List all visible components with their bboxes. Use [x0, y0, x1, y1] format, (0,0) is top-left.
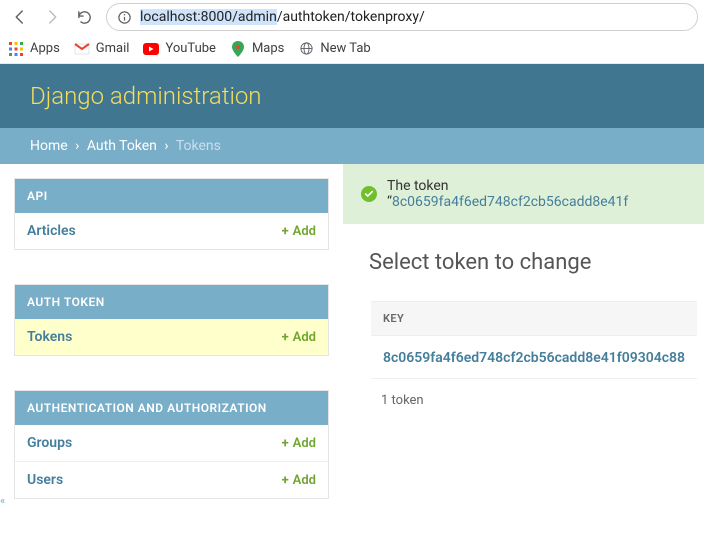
bookmark-label: Maps: [252, 41, 284, 56]
gmail-icon: [74, 41, 90, 57]
youtube-icon: [143, 41, 159, 57]
add-link-tokens[interactable]: +Add: [282, 330, 316, 345]
django-admin: Django administration Home › Auth Token …: [0, 64, 704, 533]
model-row-groups: Groups +Add: [15, 425, 328, 461]
site-header: Django administration: [0, 64, 704, 128]
app-caption[interactable]: AUTHENTICATION AND AUTHORIZATION: [15, 391, 328, 425]
model-row-tokens: Tokens +Add: [15, 319, 328, 355]
back-button[interactable]: [6, 3, 34, 31]
breadcrumb-sep: ›: [164, 138, 168, 154]
url-text: localhost:8000/admin/authtoken/tokenprox…: [140, 9, 425, 25]
model-link-articles[interactable]: Articles: [27, 223, 76, 239]
model-row-articles: Articles +Add: [15, 213, 328, 249]
message-text: The token “8c0659fa4f6ed748cf2cb56cadd8e…: [387, 178, 686, 210]
paginator: 1 token: [369, 381, 678, 420]
table-row: 8c0659fa4f6ed748cf2cb56cadd8e41f09304c88: [371, 338, 697, 379]
app-module-authtoken: AUTH TOKEN Tokens +Add: [14, 284, 329, 356]
bookmarks-bar: Apps Gmail YouTube Maps New Tab: [0, 34, 704, 64]
bookmark-youtube[interactable]: YouTube: [143, 41, 216, 57]
maps-icon: [230, 41, 246, 57]
plus-icon: +: [282, 330, 289, 345]
add-link-users[interactable]: +Add: [282, 473, 316, 488]
check-icon: [361, 186, 377, 202]
plus-icon: +: [282, 473, 289, 488]
breadcrumb-sep: ›: [75, 138, 79, 154]
apps-icon: [8, 41, 24, 57]
results-table: KEY 8c0659fa4f6ed748cf2cb56cadd8e41f0930…: [369, 299, 699, 381]
model-link-tokens[interactable]: Tokens: [27, 329, 72, 345]
site-info-icon[interactable]: [117, 10, 132, 25]
nav-sidebar: API Articles +Add AUTH TOKEN Tokens +Add…: [0, 164, 343, 533]
site-title: Django administration: [30, 82, 262, 110]
bookmark-maps[interactable]: Maps: [230, 41, 284, 57]
browser-toolbar: localhost:8000/admin/authtoken/tokenprox…: [0, 0, 704, 34]
plus-icon: +: [282, 436, 289, 451]
app-module-auth: AUTHENTICATION AND AUTHORIZATION Groups …: [14, 390, 329, 499]
address-bar[interactable]: localhost:8000/admin/authtoken/tokenprox…: [106, 3, 698, 31]
bookmark-label: YouTube: [165, 41, 216, 56]
col-header-key[interactable]: KEY: [371, 301, 697, 336]
app-caption[interactable]: AUTH TOKEN: [15, 285, 328, 319]
bookmark-label: New Tab: [320, 41, 370, 56]
bookmark-gmail[interactable]: Gmail: [74, 41, 130, 57]
main-content: The token “8c0659fa4f6ed748cf2cb56cadd8e…: [343, 164, 704, 533]
success-message: The token “8c0659fa4f6ed748cf2cb56cadd8e…: [343, 164, 704, 224]
app-caption[interactable]: API: [15, 179, 328, 213]
model-row-users: Users +Add: [15, 461, 328, 498]
model-link-users[interactable]: Users: [27, 472, 63, 488]
reload-button[interactable]: [70, 3, 98, 31]
bookmark-label: Gmail: [96, 41, 130, 56]
add-link-groups[interactable]: +Add: [282, 436, 316, 451]
bookmark-newtab[interactable]: New Tab: [298, 41, 370, 57]
page-title: Select token to change: [369, 250, 678, 275]
forward-button[interactable]: [38, 3, 66, 31]
breadcrumb: Home › Auth Token › Tokens: [0, 128, 704, 164]
apps-button[interactable]: Apps: [8, 41, 60, 57]
plus-icon: +: [282, 224, 289, 239]
app-module-api: API Articles +Add: [14, 178, 329, 250]
add-link-articles[interactable]: +Add: [282, 224, 316, 239]
breadcrumb-app[interactable]: Auth Token: [87, 138, 157, 154]
breadcrumb-home[interactable]: Home: [30, 138, 68, 154]
row-link-token[interactable]: 8c0659fa4f6ed748cf2cb56cadd8e41f09304c88: [383, 350, 685, 366]
globe-icon: [298, 41, 314, 57]
toggle-sidebar[interactable]: «: [0, 492, 7, 509]
breadcrumb-current: Tokens: [176, 138, 221, 154]
model-link-groups[interactable]: Groups: [27, 435, 72, 451]
bookmark-label: Apps: [30, 41, 60, 56]
